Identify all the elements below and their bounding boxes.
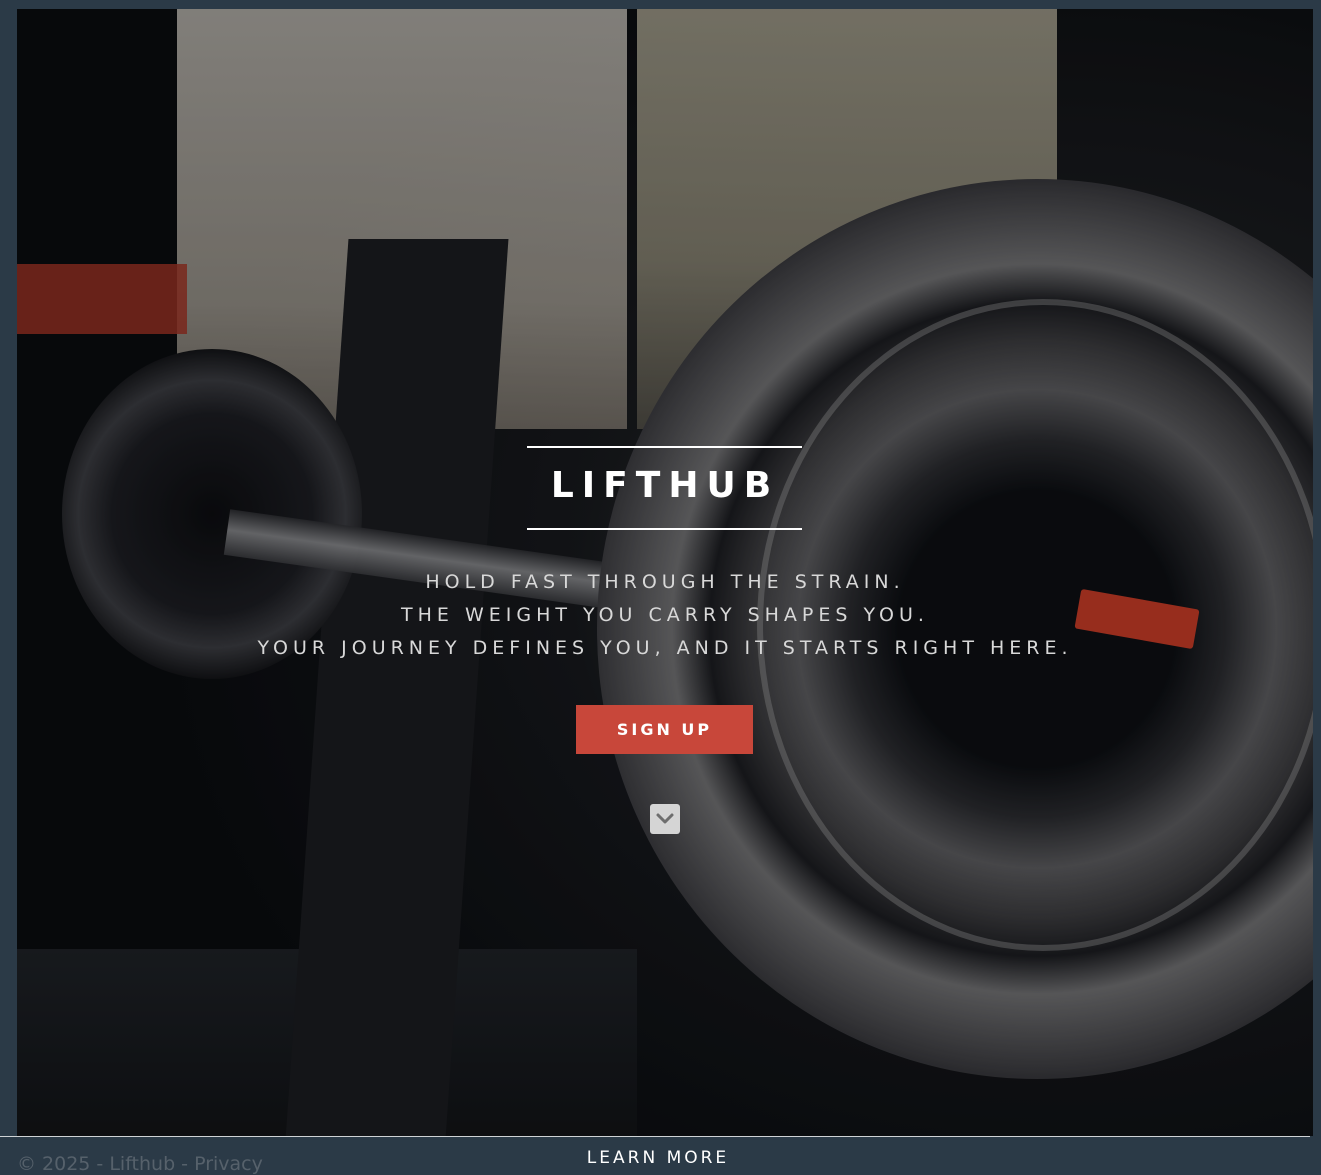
footer-copyright: © 2025 - Lifthub - Privacy: [17, 1153, 263, 1175]
chevron-down-icon: [656, 813, 674, 824]
tagline-line-3: YOUR JOURNEY DEFINES YOU, AND IT STARTS …: [257, 637, 1073, 659]
brand-title: LIFTHUB: [550, 465, 780, 506]
tagline-line-2: THE WEIGHT YOU CARRY SHAPES YOU.: [401, 604, 929, 626]
page-frame: LIFTHUB HOLD FAST THROUGH THE STRAIN. TH…: [0, 0, 1321, 1175]
brand-rule-top: [527, 446, 802, 448]
scroll-down-button[interactable]: [650, 804, 680, 834]
tagline-line-1: HOLD FAST THROUGH THE STRAIN.: [425, 571, 905, 593]
sign-up-button[interactable]: SIGN UP: [576, 705, 753, 754]
learn-more-link[interactable]: LEARN MORE: [560, 1148, 756, 1168]
footer-divider: [0, 1136, 1310, 1137]
brand-rule-bottom: [527, 528, 802, 530]
hero-content: LIFTHUB HOLD FAST THROUGH THE STRAIN. TH…: [17, 9, 1313, 1136]
